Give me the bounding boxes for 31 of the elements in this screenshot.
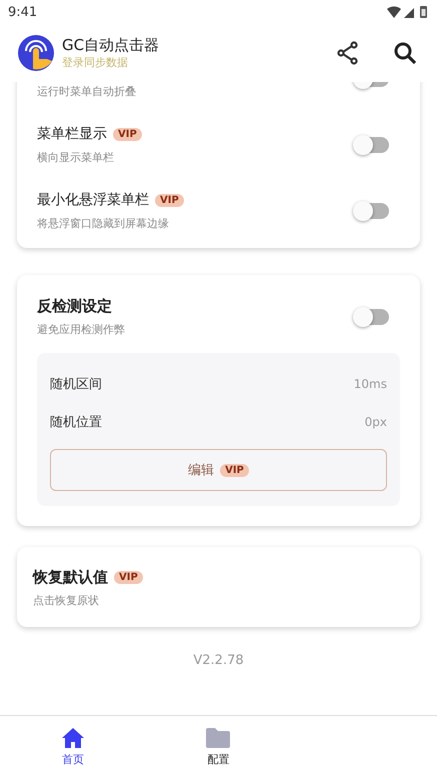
vip-badge: VIP [155,194,184,206]
app-title: GC自动点击器 [62,36,160,55]
nav-tab[interactable]: 配置 [146,716,292,777]
setting-description: 横向显示菜单栏 [37,150,115,166]
setting-description: 将悬浮窗口隐藏到屏幕边缘 [37,216,170,232]
restore-card[interactable]: 恢复默认值 VIP 点击恢复原状 [17,547,420,627]
toggle-switch[interactable] [355,203,389,219]
app-logo [18,35,54,71]
toggle-switch[interactable] [355,309,389,325]
vip-badge: VIP [113,128,142,140]
section-title: 恢复默认值 [33,568,108,586]
folder-icon [205,726,232,748]
vip-badge: VIP [114,570,143,584]
edit-button[interactable]: 编辑 VIP [50,449,387,491]
section-title: 反检测设定 [37,296,112,316]
setting-title: 最小化悬浮菜单栏 [37,191,149,209]
parameter-value: 0px [364,415,387,429]
nav-tab[interactable]: 首页 [0,716,146,777]
vip-badge: VIP [220,464,249,476]
section-description: 点击恢复原状 [33,593,100,609]
parameter-value: 10ms [354,377,387,391]
status-time: 9:41 [8,4,38,20]
parameter-label: 随机区间 [50,376,102,393]
setting-description: 运行时菜单自动折叠 [37,84,136,100]
setting-title: 菜单栏显示 [37,125,107,143]
parameter-label: 随机位置 [50,414,102,431]
home-icon [60,726,85,748]
version-text: V2.2.78 [193,653,244,668]
status-icons [387,5,429,19]
toggle-switch[interactable] [355,137,389,153]
section-description: 避免应用检测作弊 [37,322,125,338]
